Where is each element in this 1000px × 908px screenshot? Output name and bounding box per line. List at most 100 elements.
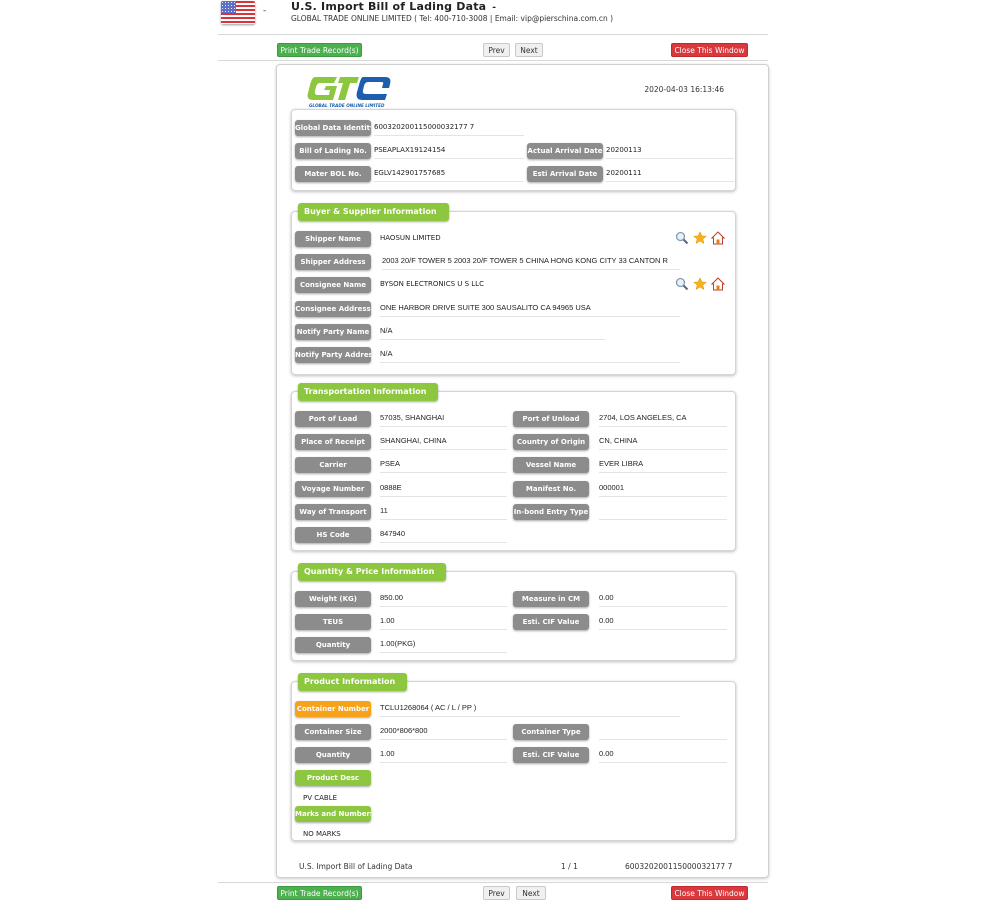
port-of-unload-label: Port of Unload	[513, 411, 589, 427]
container-number-value: TCLU1268064 ( AC / L / PP )	[380, 701, 680, 717]
way-of-transport-label: Way of Transport	[295, 504, 371, 520]
buyer-supplier-title: Buyer & Supplier Information	[298, 203, 449, 221]
teus-value: 1.00	[380, 614, 507, 630]
product-quantity-value: 1.00	[380, 747, 507, 763]
way-of-transport-value: 11	[380, 504, 507, 520]
flag-dropdown-caret[interactable]: -	[263, 6, 266, 16]
notify-party-address-label: Notify Party Address	[295, 347, 371, 363]
consignee-name-label: Consignee Name	[295, 277, 371, 293]
quantity-price-title: Quantity & Price Information	[298, 563, 447, 581]
esti-cif-value-label: Esti. CIF Value	[513, 614, 589, 630]
consignee-address-value: ONE HARBOR DRIVE SUITE 300 SAUSALITO CA …	[380, 301, 680, 317]
header-divider	[218, 34, 768, 35]
product-desc-value: PV CABLE	[303, 794, 338, 802]
container-size-label: Container Size	[295, 724, 371, 740]
teus-label: TEUS	[295, 614, 371, 630]
timestamp: 2020-04-03 16:13:46	[644, 85, 724, 94]
esti-cif-value: 0.00	[599, 614, 727, 630]
print-trade-record-button-bottom[interactable]: Print Trade Record(s)	[277, 886, 362, 900]
measure-value: 0.00	[599, 591, 727, 607]
actual-arrival-date-label: Actual Arrival Date	[527, 143, 603, 159]
vessel-name-label: Vessel Name	[513, 457, 589, 473]
home-icon[interactable]	[711, 277, 725, 291]
close-window-button-bottom[interactable]: Close This Window	[671, 886, 748, 900]
marks-and-numbers-label: Marks and Numbers	[295, 806, 371, 822]
star-icon[interactable]	[693, 277, 707, 291]
product-cif-label: Esti. CIF Value	[513, 747, 589, 763]
transportation-title: Transportation Information	[298, 383, 439, 401]
container-type-value	[599, 724, 727, 740]
bill-of-lading-document: GLOBAL TRADE ONLINE LIMITED 2020-04-03 1…	[276, 64, 769, 878]
identity-panel: Global Data Identity 6003202001150000321…	[291, 109, 736, 191]
notify-party-name-label: Notify Party Name	[295, 324, 371, 340]
marks-and-numbers-value: NO MARKS	[303, 830, 341, 838]
voyage-number-value: 0888E	[380, 481, 507, 497]
company-contact: GLOBAL TRADE ONLINE LIMITED ( Tel: 400-7…	[291, 14, 614, 23]
title-dropdown-caret[interactable]: -	[492, 3, 496, 13]
toolbar-divider	[218, 60, 768, 61]
shipper-address-value: 2003 20/F TOWER 5 2003 20/F TOWER 5 CHIN…	[382, 254, 680, 270]
close-window-button[interactable]: Close This Window	[671, 43, 748, 57]
transportation-panel: Transportation Information Port of Load …	[291, 383, 736, 551]
shipper-address-label: Shipper Address	[295, 254, 371, 270]
consignee-address-label: Consignee Address	[295, 301, 371, 317]
next-button-bottom[interactable]: Next	[516, 886, 546, 900]
inbond-entry-type-value	[599, 504, 727, 520]
magnifier-icon[interactable]	[675, 277, 689, 291]
document-footer-id: 600320200115000032177 7	[625, 862, 733, 871]
place-of-receipt-value: SHANGHAI, CHINA	[380, 434, 507, 450]
master-bol-value: EGLV142901757685	[374, 166, 524, 182]
shipper-name-value: HAOSUN LIMITED	[380, 234, 441, 242]
quantity-label: Quantity	[295, 637, 371, 653]
container-size-value: 2000*806*800	[380, 724, 507, 740]
notify-party-name-value: N/A	[380, 324, 605, 340]
prev-button-bottom[interactable]: Prev	[483, 886, 510, 900]
port-of-load-label: Port of Load	[295, 411, 371, 427]
container-type-label: Container Type	[513, 724, 589, 740]
buyer-supplier-panel: Buyer & Supplier Information Shipper Nam…	[291, 203, 736, 375]
quantity-value: 1.00(PKG)	[380, 637, 507, 653]
place-of-receipt-label: Place of Receipt	[295, 434, 371, 450]
home-icon[interactable]	[711, 231, 725, 245]
star-icon[interactable]	[693, 231, 707, 245]
manifest-no-label: Manifest No.	[513, 481, 589, 497]
prev-button[interactable]: Prev	[483, 43, 510, 57]
consignee-name-value: BYSON ELECTRONICS U S LLC	[380, 280, 484, 288]
next-button[interactable]: Next	[515, 43, 543, 57]
weight-label: Weight (KG)	[295, 591, 371, 607]
product-cif-value: 0.00	[599, 747, 727, 763]
print-trade-record-button[interactable]: Print Trade Record(s)	[277, 43, 362, 57]
shipper-name-label: Shipper Name	[295, 231, 371, 247]
product-panel: Product Information Container Number TCL…	[291, 673, 736, 841]
page-title-text: U.S. Import Bill of Lading Data	[291, 0, 487, 13]
country-of-origin-label: Country of Origin	[513, 434, 589, 450]
master-bol-label: Mater BOL No.	[295, 166, 371, 182]
carrier-value: PSEA	[380, 457, 507, 473]
carrier-label: Carrier	[295, 457, 371, 473]
product-quantity-label: Quantity	[295, 747, 371, 763]
product-desc-label: Product Desc	[295, 770, 371, 786]
hs-code-label: HS Code	[295, 527, 371, 543]
esti-arrival-date-label: Esti Arrival Date	[527, 166, 603, 182]
global-data-identity-value: 600320200115000032177 7	[374, 120, 524, 136]
esti-arrival-date-value: 20200111	[606, 166, 734, 182]
port-of-load-value: 57035, SHANGHAI	[380, 411, 507, 427]
magnifier-icon[interactable]	[675, 231, 689, 245]
page-indicator: 1 / 1	[561, 862, 578, 871]
gtc-logo: GLOBAL TRADE ONLINE LIMITED	[307, 77, 391, 108]
logo-subtext: GLOBAL TRADE ONLINE LIMITED	[309, 103, 385, 108]
port-of-unload-value: 2704, LOS ANGELES, CA	[599, 411, 727, 427]
consignee-actions	[675, 277, 725, 291]
vessel-name-value: EVER LIBRA	[599, 457, 727, 473]
page-header: - U.S. Import Bill of Lading Data - GLOBA…	[218, 0, 778, 32]
notify-party-address-value: N/A	[380, 347, 680, 363]
actual-arrival-date-value: 20200113	[606, 143, 734, 159]
weight-value: 850.00	[380, 591, 507, 607]
document-footer-title: U.S. Import Bill of Lading Data	[299, 862, 413, 871]
bill-of-lading-value: PSEAPLAX19124154	[374, 143, 524, 159]
shipper-actions	[675, 231, 725, 245]
measure-label: Measure in CM	[513, 591, 589, 607]
container-number-label[interactable]: Container Number	[295, 701, 371, 717]
manifest-no-value: 000001	[599, 481, 727, 497]
us-flag-icon[interactable]	[221, 1, 255, 24]
